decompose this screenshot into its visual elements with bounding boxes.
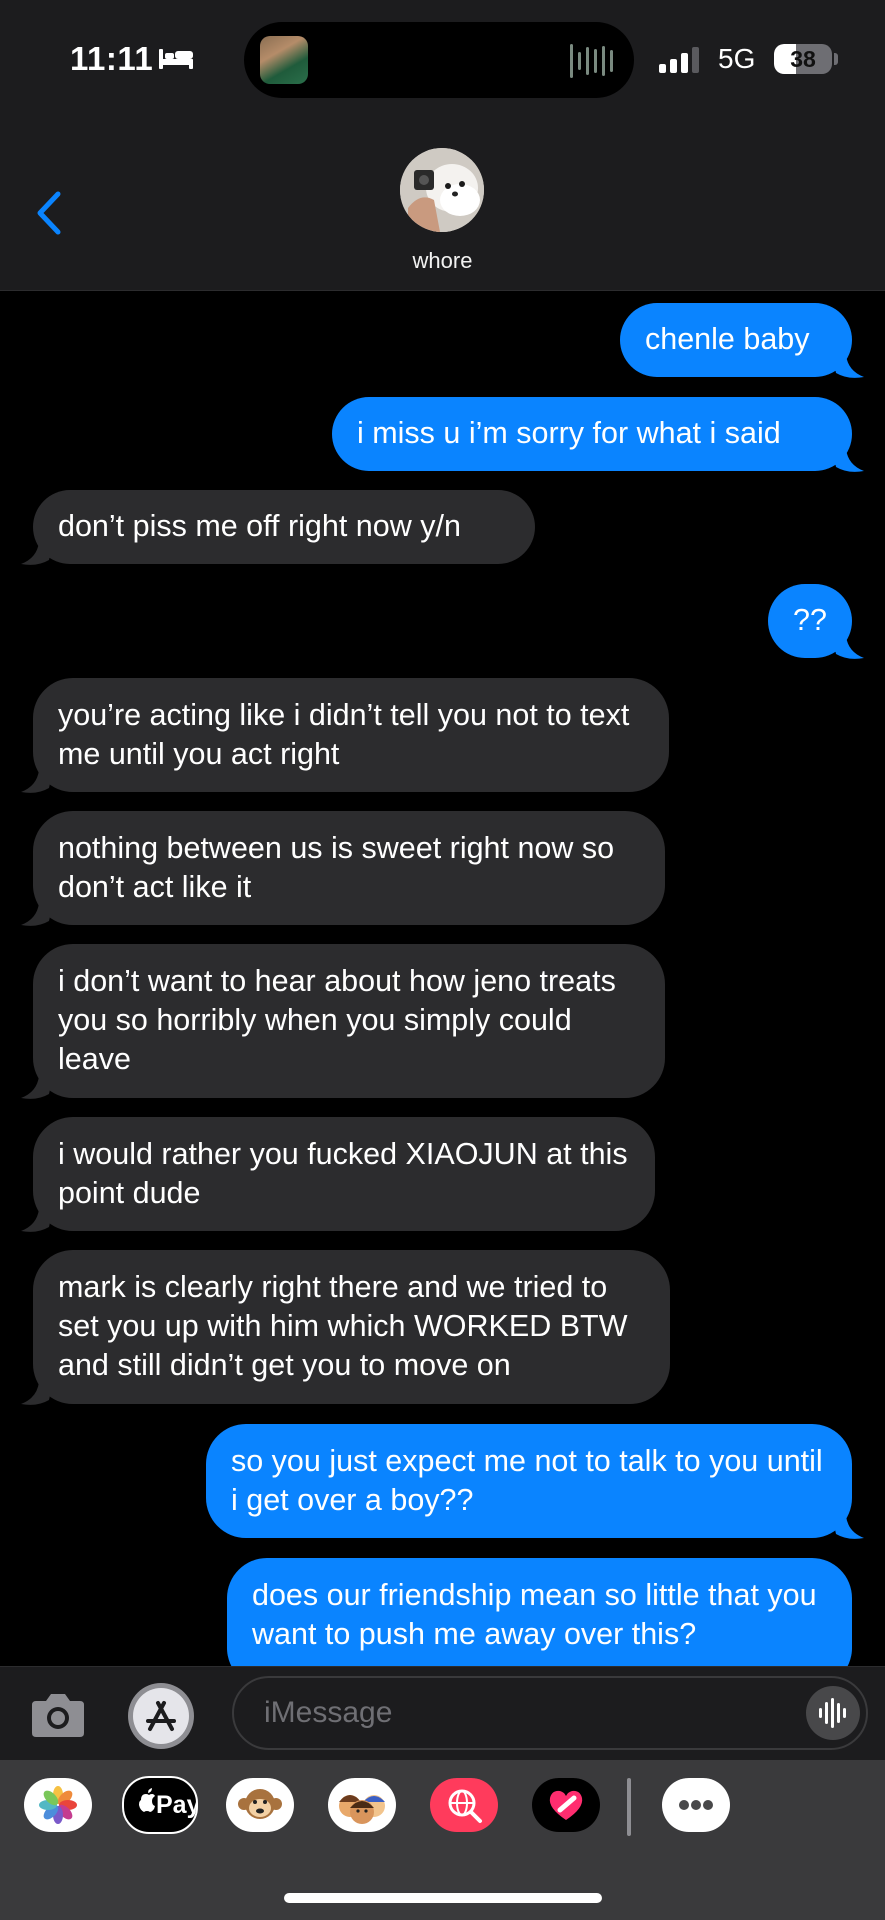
web-images-app-icon[interactable] bbox=[430, 1778, 498, 1832]
received-message-bubble[interactable]: i don’t want to hear about how jeno trea… bbox=[21, 944, 665, 1099]
message-text: so you just expect me not to talk to you… bbox=[231, 1444, 832, 1517]
message-text: i don’t want to hear about how jeno trea… bbox=[58, 964, 625, 1076]
message-text: i would rather you fucked XIAOJUN at thi… bbox=[58, 1137, 637, 1210]
sent-message-bubble[interactable]: i miss u i’m sorry for what i said bbox=[332, 397, 864, 472]
dynamic-island[interactable] bbox=[244, 22, 634, 98]
app-store-glyph bbox=[133, 1688, 189, 1744]
memoji-faces-icon bbox=[339, 1795, 385, 1824]
sent-message-bubble[interactable]: so you just expect me not to talk to you… bbox=[206, 1424, 864, 1539]
received-message-bubble[interactable]: you’re acting like i didn’t tell you not… bbox=[21, 678, 669, 793]
audio-waveform-icon bbox=[819, 1698, 846, 1728]
bubble-tail bbox=[21, 542, 53, 565]
globe-search-icon bbox=[448, 1789, 482, 1823]
drawer-divider bbox=[627, 1778, 631, 1836]
bubble-tail bbox=[832, 449, 864, 472]
photos-app-icon[interactable] bbox=[24, 1778, 92, 1832]
received-message-bubble[interactable]: i would rather you fucked XIAOJUN at thi… bbox=[21, 1117, 655, 1232]
received-message-bubble[interactable]: don’t piss me off right now y/n bbox=[21, 490, 535, 565]
camera-icon[interactable] bbox=[28, 1687, 88, 1741]
bubble-tail bbox=[21, 1382, 53, 1405]
message-text: mark is clearly right there and we tried… bbox=[58, 1270, 636, 1382]
battery-icon: 38 bbox=[774, 44, 832, 74]
animoji-app-icon[interactable] bbox=[226, 1778, 294, 1832]
ellipsis-icon bbox=[679, 1800, 713, 1810]
message-text: i miss u i’m sorry for what i said bbox=[357, 416, 781, 450]
message-text: nothing between us is sweet right now so… bbox=[58, 831, 623, 904]
audio-waveform-icon bbox=[570, 44, 613, 78]
back-chevron-icon[interactable] bbox=[30, 188, 70, 238]
apple-pay-label: Pay bbox=[156, 1791, 198, 1819]
bubble-tail bbox=[21, 903, 53, 926]
contact-avatar[interactable] bbox=[400, 148, 484, 232]
photos-flower-icon bbox=[39, 1786, 77, 1824]
bubble-tail bbox=[832, 636, 864, 659]
dictation-button[interactable] bbox=[806, 1686, 860, 1740]
memoji-app-icon[interactable] bbox=[328, 1778, 396, 1832]
received-message-bubble[interactable]: mark is clearly right there and we tried… bbox=[21, 1250, 670, 1405]
now-playing-artwork[interactable] bbox=[260, 36, 308, 84]
received-message-bubble[interactable]: nothing between us is sweet right now so… bbox=[21, 811, 665, 926]
message-text: you’re acting like i didn’t tell you not… bbox=[58, 698, 638, 771]
battery-percentage: 38 bbox=[790, 46, 816, 72]
more-apps-button[interactable] bbox=[662, 1778, 730, 1832]
message-text: does our friendship mean so little that … bbox=[252, 1578, 826, 1651]
sent-message-bubble[interactable]: chenle baby bbox=[620, 303, 864, 378]
contact-name[interactable]: whore bbox=[0, 248, 885, 274]
battery-tip bbox=[834, 53, 838, 65]
bubble-tail bbox=[21, 770, 53, 793]
home-indicator[interactable] bbox=[284, 1893, 602, 1903]
message-text: ?? bbox=[793, 603, 827, 637]
message-input[interactable] bbox=[232, 1676, 868, 1750]
apple-pay-app-icon[interactable]: Pay bbox=[122, 1776, 198, 1834]
bubble-tail bbox=[21, 1209, 53, 1232]
status-time: 11:11 bbox=[70, 40, 154, 77]
bubble-tail bbox=[21, 1076, 53, 1099]
message-text: chenle baby bbox=[645, 322, 810, 356]
sent-message-bubble[interactable]: ?? bbox=[768, 584, 864, 659]
heart-touch-icon bbox=[549, 1790, 583, 1820]
app-store-icon[interactable] bbox=[128, 1683, 194, 1749]
sleep-focus-icon bbox=[159, 49, 193, 69]
contact-photo bbox=[400, 148, 484, 232]
message-composer bbox=[0, 1666, 885, 1761]
bubble-tail bbox=[832, 1516, 864, 1539]
cellular-signal-icon bbox=[659, 47, 699, 73]
monkey-face-icon bbox=[238, 1789, 282, 1819]
bubble-tail bbox=[832, 355, 864, 378]
conversation-header: 11:11 5G 38 whore bbox=[0, 0, 885, 291]
network-type: 5G bbox=[718, 43, 756, 74]
digital-touch-app-icon[interactable] bbox=[532, 1778, 600, 1832]
message-text: don’t piss me off right now y/n bbox=[58, 509, 461, 543]
